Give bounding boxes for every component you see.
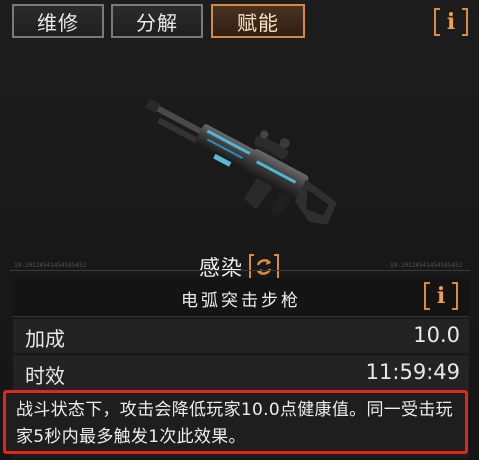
item-code-right: 10-20124541454545452 [390, 262, 463, 269]
stat-row-duration: 时效 11:59:49 [13, 356, 469, 391]
refresh-icon [249, 254, 279, 280]
stat-value: 10.0 [413, 323, 460, 347]
weapon-name: 电弧突击步枪 [181, 291, 301, 311]
bracket-right [452, 282, 458, 310]
weapon-info-button[interactable]: i [424, 282, 458, 310]
weapon-enhance-screen: 维修 分解 赋能 i 感染 10-20124541454545452 10-20… [0, 0, 479, 460]
bracket-left [434, 8, 440, 36]
info-icon: i [436, 283, 446, 309]
stat-value: 11:59:49 [365, 360, 460, 384]
stat-row-bonus: 加成 10.0 [13, 319, 469, 354]
refresh-button[interactable] [248, 253, 280, 281]
stat-label: 时效 [25, 364, 65, 388]
assault-rifle-icon [145, 98, 337, 225]
divider [10, 270, 470, 271]
tab-repair[interactable]: 维修 [12, 4, 104, 38]
bracket-right [462, 8, 468, 36]
item-code-left: 10-20124541454545452 [14, 262, 87, 269]
tab-empower[interactable]: 赋能 [211, 4, 305, 38]
effect-description: 战斗状态下，攻击会降低玩家10.0点健康值。同一受击玩家5秒内最多触发1次此效果… [3, 390, 468, 454]
tab-dismantle[interactable]: 分解 [111, 4, 203, 38]
info-button[interactable]: i [434, 8, 468, 36]
panel-header: 电弧突击步枪 i [13, 278, 469, 317]
bracket-left [424, 282, 430, 310]
stat-label: 加成 [25, 327, 65, 351]
weapon-display: 感染 [0, 45, 479, 280]
info-icon: i [446, 9, 456, 35]
